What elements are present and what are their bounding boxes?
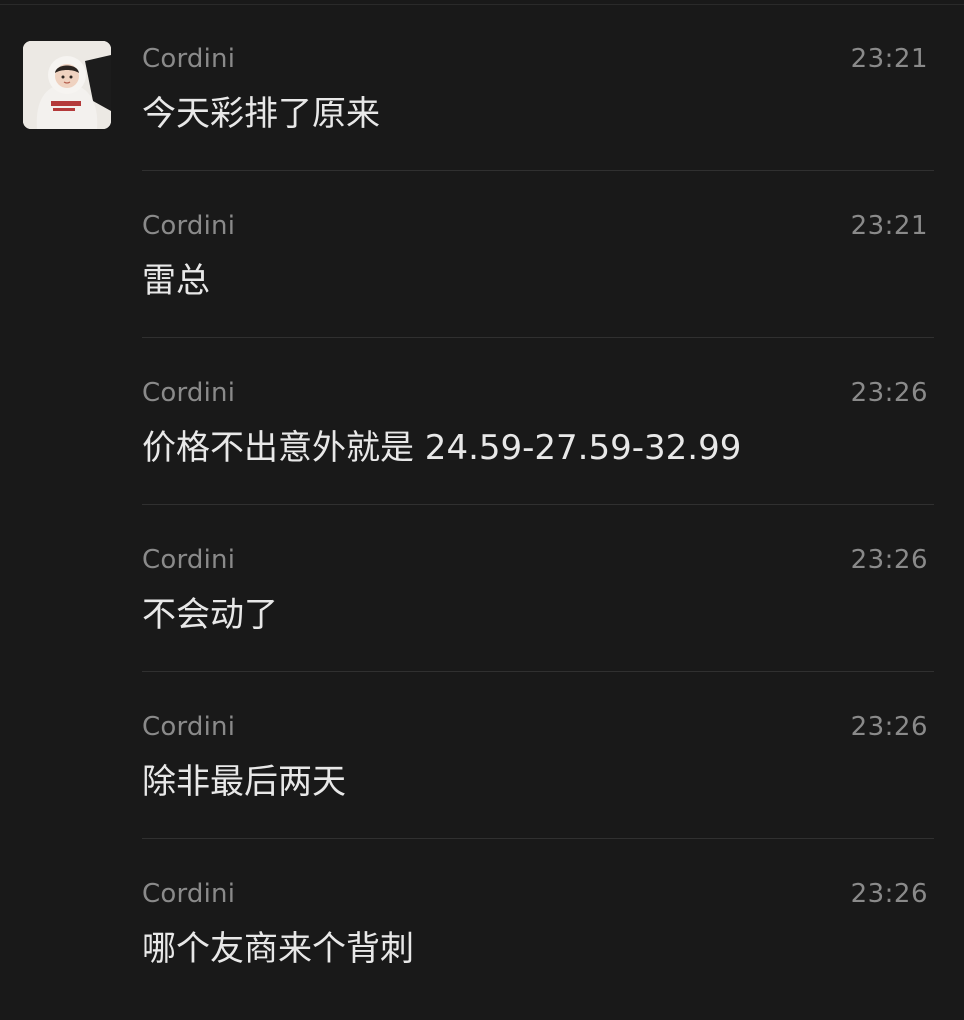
- avatar-image: [23, 41, 111, 129]
- message-time: 23:26: [850, 378, 928, 408]
- message-time: 23:21: [850, 211, 928, 241]
- message-time: 23:26: [850, 712, 928, 742]
- message-time: 23:26: [850, 545, 928, 575]
- message-text: 哪个友商来个背刺: [142, 929, 414, 969]
- message-text: 不会动了: [142, 595, 278, 635]
- sender-name: Cordini: [142, 378, 236, 408]
- message-item[interactable]: Cordini 23:26 哪个友商来个背刺: [142, 839, 934, 1006]
- message-text: 今天彩排了原来: [142, 94, 380, 134]
- chat-message-list: Cordini 23:21 今天彩排了原来 Cordini 23:21 雷总 C…: [0, 0, 964, 1020]
- sender-name: Cordini: [142, 879, 236, 909]
- message-item[interactable]: Cordini 23:26 价格不出意外就是 24.59-27.59-32.99: [142, 338, 934, 505]
- message-item[interactable]: Cordini 23:26 除非最后两天: [142, 672, 934, 839]
- message-item[interactable]: Cordini 23:26 不会动了: [142, 505, 934, 672]
- message-time: 23:21: [850, 44, 928, 74]
- message-item[interactable]: Cordini 23:21 今天彩排了原来: [142, 4, 934, 171]
- sender-name: Cordini: [142, 211, 236, 241]
- message-text: 雷总: [142, 261, 210, 301]
- message-text: 除非最后两天: [142, 762, 346, 802]
- avatar[interactable]: [23, 41, 111, 129]
- sender-name: Cordini: [142, 545, 236, 575]
- message-time: 23:26: [850, 879, 928, 909]
- sender-name: Cordini: [142, 44, 236, 74]
- message-item[interactable]: Cordini 23:21 雷总: [142, 171, 934, 338]
- sender-name: Cordini: [142, 712, 236, 742]
- message-text: 价格不出意外就是 24.59-27.59-32.99: [142, 428, 742, 468]
